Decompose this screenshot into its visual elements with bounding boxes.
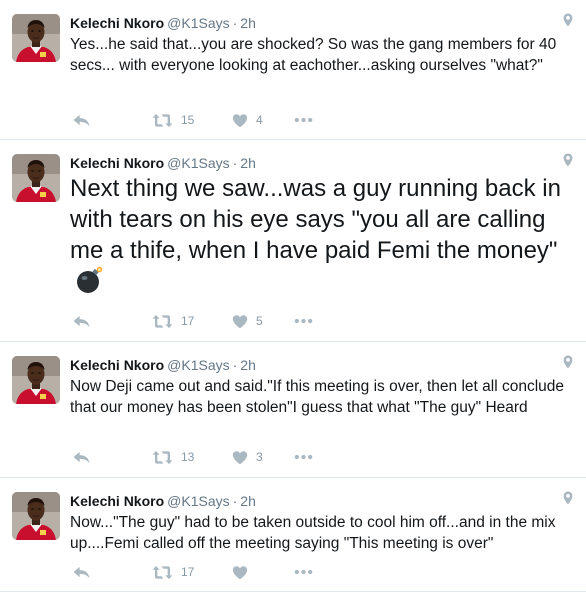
timestamp[interactable]: 2h xyxy=(240,357,256,373)
avatar[interactable] xyxy=(12,14,60,62)
timestamp[interactable]: 2h xyxy=(240,493,256,509)
like-count: 5 xyxy=(256,314,263,328)
more-icon xyxy=(294,569,313,575)
author-handle[interactable]: @K1Says xyxy=(167,15,229,31)
separator: · xyxy=(232,357,238,373)
like-count: 3 xyxy=(256,450,263,464)
reply-icon xyxy=(72,450,91,465)
tweet-actions: 17 5 xyxy=(72,311,313,331)
heart-icon xyxy=(232,450,248,465)
location-pin-icon[interactable] xyxy=(563,13,573,27)
tweet-header: Kelechi Nkoro @K1Says · 2h xyxy=(70,14,586,32)
separator: · xyxy=(232,155,238,171)
author-handle[interactable]: @K1Says xyxy=(167,493,229,509)
location-pin-icon[interactable] xyxy=(563,153,573,167)
more-button[interactable] xyxy=(294,569,313,575)
author-handle[interactable]: @K1Says xyxy=(167,357,229,373)
like-button[interactable] xyxy=(232,565,294,580)
retweet-count: 17 xyxy=(181,565,195,579)
more-icon xyxy=(294,117,313,123)
more-button[interactable] xyxy=(294,117,313,123)
author-name[interactable]: Kelechi Nkoro xyxy=(70,15,164,31)
retweet-count: 17 xyxy=(181,314,195,328)
author-name[interactable]: Kelechi Nkoro xyxy=(70,155,164,171)
more-icon xyxy=(294,318,313,324)
reply-button[interactable] xyxy=(72,113,152,128)
tweet-text: Yes...he said that...you are shocked? So… xyxy=(70,36,557,74)
reply-button[interactable] xyxy=(72,450,152,465)
tweet-text: Next thing we saw...was a guy running ba… xyxy=(70,175,561,264)
tweet-actions: 17 xyxy=(72,562,313,582)
tweet-header: Kelechi Nkoro @K1Says · 2h xyxy=(70,154,586,172)
reply-button[interactable] xyxy=(72,314,152,329)
tweet-3[interactable]: Kelechi Nkoro @K1Says · 2h Now Deji came ou… xyxy=(0,342,586,478)
bomb-emoji xyxy=(76,266,104,302)
avatar[interactable] xyxy=(12,492,60,540)
author-name[interactable]: Kelechi Nkoro xyxy=(70,357,164,373)
tweet-text-wrap: Next thing we saw...was a guy running ba… xyxy=(70,173,570,302)
location-pin-icon[interactable] xyxy=(563,355,573,369)
location-pin-icon[interactable] xyxy=(563,491,573,505)
more-button[interactable] xyxy=(294,454,313,460)
author-name[interactable]: Kelechi Nkoro xyxy=(70,493,164,509)
tweet-text: Now..."The guy" had to be taken outside … xyxy=(70,514,556,552)
tweet-2[interactable]: Kelechi Nkoro @K1Says · 2h Next thing we sa… xyxy=(0,140,586,342)
retweet-count: 13 xyxy=(181,450,195,464)
separator: · xyxy=(232,15,238,31)
timestamp[interactable]: 2h xyxy=(240,15,256,31)
like-button[interactable]: 5 xyxy=(232,314,294,329)
author-handle[interactable]: @K1Says xyxy=(167,155,229,171)
avatar[interactable] xyxy=(12,356,60,404)
tweet-actions: 13 3 xyxy=(72,447,313,467)
retweet-icon xyxy=(152,113,173,128)
retweet-icon xyxy=(152,450,173,465)
separator: · xyxy=(232,493,238,509)
retweet-icon xyxy=(152,565,173,580)
tweet-actions: 15 4 xyxy=(72,110,313,130)
like-button[interactable]: 3 xyxy=(232,450,294,465)
retweet-count: 15 xyxy=(181,113,195,127)
heart-icon xyxy=(232,565,248,580)
tweet-header: Kelechi Nkoro @K1Says · 2h xyxy=(70,356,586,374)
avatar[interactable] xyxy=(12,154,60,202)
timestamp[interactable]: 2h xyxy=(240,155,256,171)
retweet-button[interactable]: 17 xyxy=(152,314,232,329)
tweet-header: Kelechi Nkoro @K1Says · 2h xyxy=(70,492,586,510)
tweet-4[interactable]: Kelechi Nkoro @K1Says · 2h Now..."The guy" … xyxy=(0,478,586,592)
reply-icon xyxy=(72,113,91,128)
heart-icon xyxy=(232,113,248,128)
more-button[interactable] xyxy=(294,318,313,324)
heart-icon xyxy=(232,314,248,329)
reply-icon xyxy=(72,314,91,329)
retweet-icon xyxy=(152,314,173,329)
reply-icon xyxy=(72,565,91,580)
retweet-button[interactable]: 15 xyxy=(152,113,232,128)
reply-button[interactable] xyxy=(72,565,152,580)
retweet-button[interactable]: 17 xyxy=(152,565,232,580)
retweet-button[interactable]: 13 xyxy=(152,450,232,465)
tweet-text: Now Deji came out and said."If this meet… xyxy=(70,378,565,416)
more-icon xyxy=(294,454,313,460)
tweet-1[interactable]: Kelechi Nkoro @K1Says · 2h Yes...he said th… xyxy=(0,0,586,140)
like-count: 4 xyxy=(256,113,263,127)
like-button[interactable]: 4 xyxy=(232,113,294,128)
